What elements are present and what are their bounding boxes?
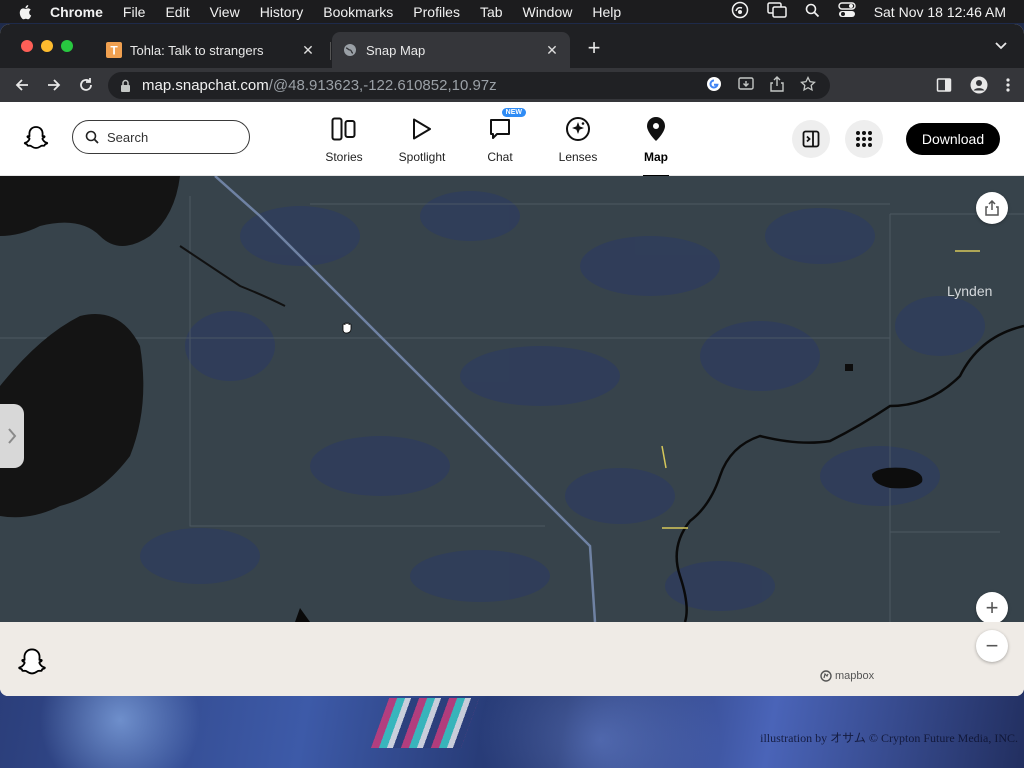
nav-tab-label: Stories [325, 150, 363, 164]
bookmark-star-icon[interactable] [800, 75, 816, 96]
window-close-button[interactable] [21, 40, 33, 52]
tab-title: Snap Map [366, 42, 426, 58]
wallpaper-credit: illustration by オサム © Crypton Future Med… [760, 731, 1018, 745]
search-input[interactable] [105, 128, 239, 146]
tab-title: Tohla: Talk to strangers [130, 42, 264, 58]
menu-edit[interactable]: Edit [165, 4, 189, 20]
side-panel-icon[interactable] [936, 77, 952, 98]
control-center-icon[interactable] [837, 2, 856, 21]
mapbox-attribution-text: mapbox [835, 670, 875, 682]
lenses-icon [565, 114, 591, 144]
mapbox-logo-icon [820, 670, 832, 682]
tohla-favicon-letter: T [110, 44, 118, 58]
menu-tab[interactable]: Tab [480, 4, 503, 20]
forward-arrow-icon[interactable] [44, 75, 64, 95]
address-bar-actions [706, 75, 816, 96]
toolbar-right [936, 76, 1010, 99]
menu-bar: Chrome File Edit View History Bookmarks … [0, 0, 1024, 23]
google-lens-icon[interactable] [706, 76, 722, 96]
vpn-status-icon[interactable] [731, 1, 749, 22]
tab-close-icon[interactable]: ✕ [544, 42, 560, 59]
profile-avatar-icon[interactable] [970, 76, 988, 99]
new-tab-icon[interactable]: + [584, 36, 604, 60]
browser-tab-tohla[interactable]: T Tohla: Talk to strangers ✕ [96, 32, 326, 68]
install-app-icon[interactable] [738, 76, 754, 96]
map-place-label: Lynden [947, 283, 993, 299]
wallpaper-stripes [370, 698, 480, 748]
share-icon[interactable] [770, 75, 784, 96]
menu-view[interactable]: View [210, 4, 240, 20]
browser-tab-snap-map[interactable]: Snap Map ✕ [332, 32, 570, 68]
nav-tab-lenses[interactable]: Lenses [543, 114, 613, 164]
menu-app-name[interactable]: Chrome [50, 4, 103, 20]
map-grab-cursor-icon [340, 320, 354, 334]
kebab-menu-icon[interactable] [1006, 77, 1010, 98]
chat-icon: NEW [488, 108, 526, 144]
snap-search-box[interactable] [72, 120, 250, 154]
globe-icon [342, 42, 358, 58]
mapbox-attribution[interactable]: mapbox [820, 670, 874, 682]
apps-grid-button[interactable] [845, 120, 883, 158]
screen-mirroring-icon[interactable] [766, 2, 787, 21]
zoom-out-button[interactable]: − [976, 630, 1008, 662]
nav-tab-stories[interactable]: Stories [309, 114, 379, 164]
nav-tab-label: Map [644, 150, 668, 164]
url-path: /@48.913623,-122.610852,10.97z [268, 77, 497, 94]
search-icon [85, 130, 99, 144]
spotlight-search-icon[interactable] [805, 3, 820, 21]
nav-tab-label: Spotlight [398, 150, 446, 164]
snapchat-ghost-logo-icon[interactable] [22, 124, 50, 152]
window-minimize-button[interactable] [41, 40, 53, 52]
nav-tab-chat[interactable]: NEW Chat [465, 108, 535, 164]
menu-window[interactable]: Window [523, 4, 573, 20]
menu-profiles[interactable]: Profiles [413, 4, 460, 20]
map-share-button[interactable] [976, 192, 1008, 224]
tab-search-chevron-icon[interactable] [994, 38, 1008, 54]
snap-map-canvas[interactable]: Lynden + [0, 176, 1024, 622]
map-pin-icon [645, 114, 667, 144]
sidebar-toggle-icon [802, 130, 820, 148]
stories-icon [331, 114, 357, 144]
nav-tab-label: Chat [487, 150, 513, 164]
menu-bookmarks[interactable]: Bookmarks [323, 4, 393, 20]
nav-tab-spotlight[interactable]: Spotlight [387, 114, 457, 164]
snap-bottom-bar: − mapbox [0, 622, 1024, 696]
browser-window: T Tohla: Talk to strangers ✕ Snap Map ✕ … [0, 24, 1024, 696]
snapchat-header: Stories Spotlight NEW Chat Lenses Ma [0, 102, 1024, 177]
menu-history[interactable]: History [260, 4, 304, 20]
url-domain: map.snapchat.com [142, 77, 269, 94]
lock-icon[interactable] [120, 79, 132, 93]
back-arrow-icon[interactable] [12, 75, 32, 95]
nav-tab-map[interactable]: Map [621, 114, 691, 177]
map-terrain [0, 176, 1024, 622]
menu-help[interactable]: Help [592, 4, 621, 20]
tab-close-icon[interactable]: ✕ [300, 42, 316, 59]
download-button[interactable]: Download [906, 123, 1000, 155]
menu-file[interactable]: File [123, 4, 146, 20]
status-area: Sat Nov 18 12:46 AM [731, 1, 1006, 22]
reload-icon[interactable] [76, 75, 96, 95]
chevron-right-icon [8, 428, 17, 444]
tohla-favicon-icon: T [106, 42, 122, 58]
spotlight-play-icon [411, 114, 433, 144]
share-icon [985, 200, 999, 216]
browser-toolbar: map.snapchat.com/@48.913623,-122.610852,… [0, 68, 1024, 102]
address-bar[interactable]: map.snapchat.com/@48.913623,-122.610852,… [108, 72, 830, 99]
window-zoom-button[interactable] [61, 40, 73, 52]
tab-separator [330, 42, 331, 60]
new-badge: NEW [501, 108, 526, 117]
nav-tab-label: Lenses [558, 150, 598, 164]
apple-icon[interactable] [18, 4, 34, 20]
apps-grid-icon [856, 131, 872, 147]
zoom-in-button[interactable]: + [976, 592, 1008, 622]
map-side-panel-expander[interactable] [0, 404, 24, 468]
snapchat-ghost-icon[interactable] [16, 646, 48, 678]
sidebar-toggle-button[interactable] [792, 120, 830, 158]
menubar-clock[interactable]: Sat Nov 18 12:46 AM [874, 4, 1006, 20]
tab-strip: T Tohla: Talk to strangers ✕ Snap Map ✕ … [0, 24, 1024, 68]
